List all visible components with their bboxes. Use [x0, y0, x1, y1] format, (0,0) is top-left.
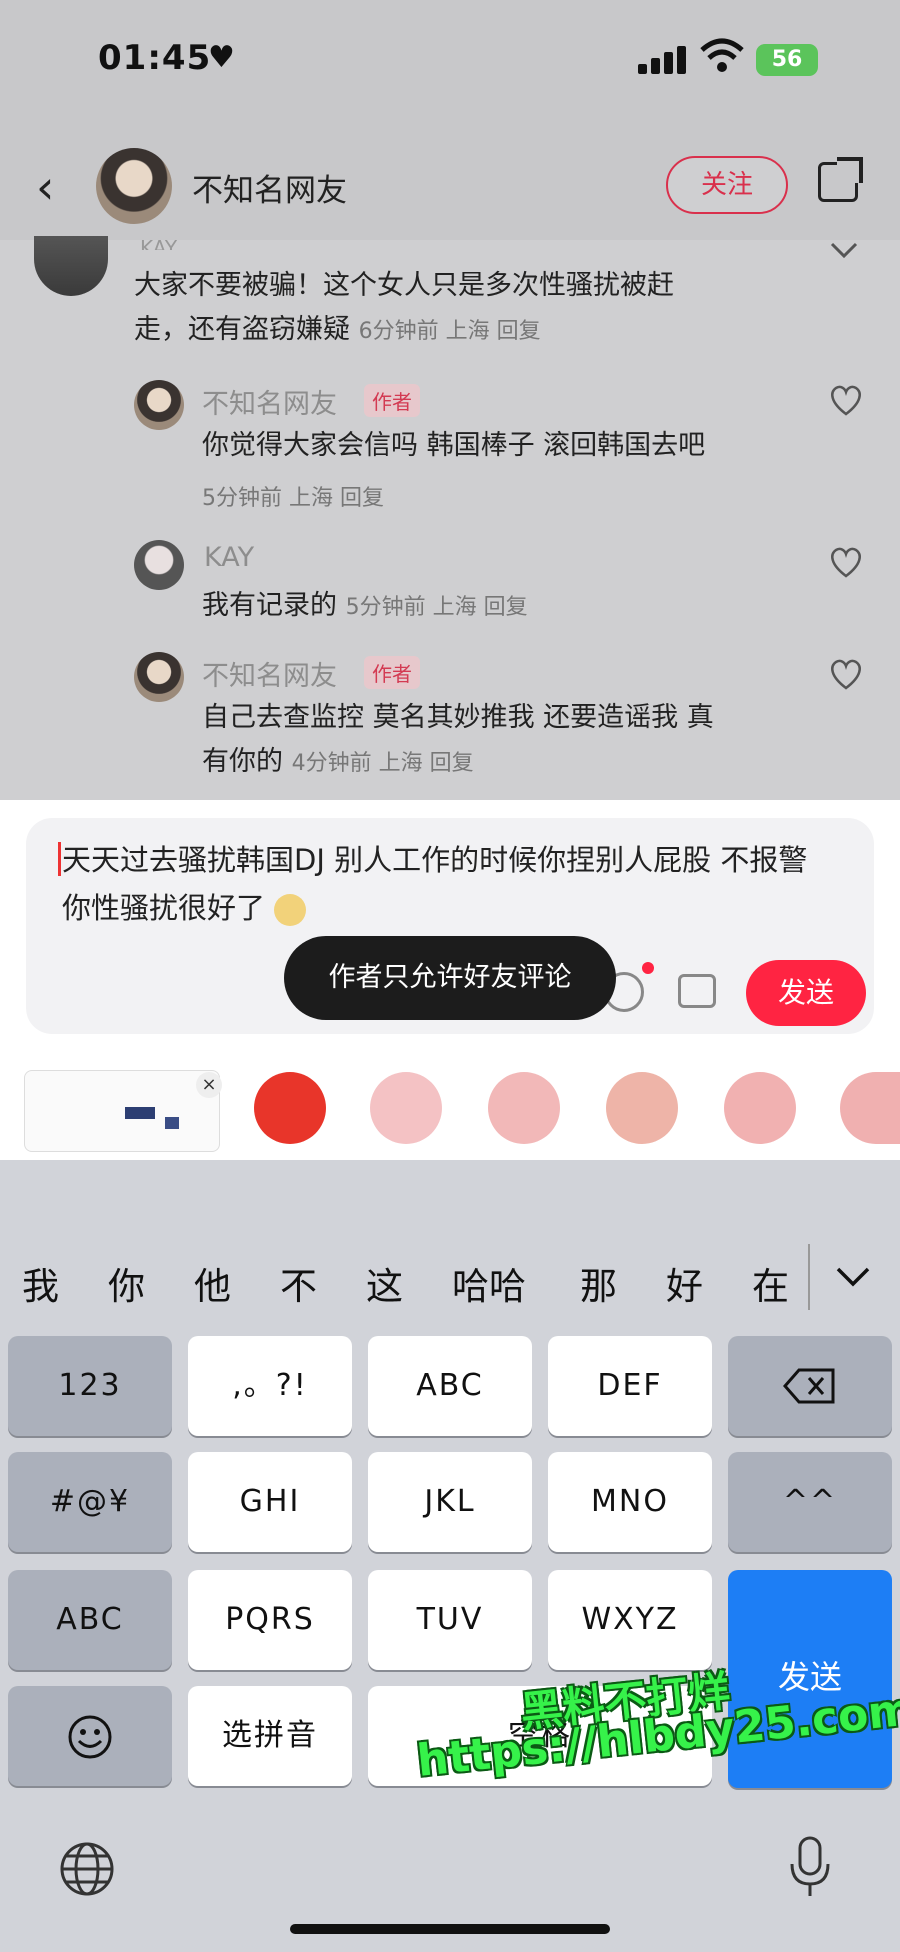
- reply-text: 我有记录的 5分钟前 上海 回复: [202, 584, 528, 630]
- candidate-word[interactable]: 他: [194, 1256, 231, 1310]
- reply-text-line: 我有记录的: [202, 590, 337, 621]
- candidate-word[interactable]: 那: [580, 1256, 617, 1310]
- backspace-icon: [783, 1368, 835, 1404]
- input-text-line: 你性骚扰很好了: [62, 891, 266, 925]
- candidate-word[interactable]: 在: [752, 1256, 789, 1310]
- candidate-word[interactable]: 我: [22, 1256, 59, 1310]
- toast-message: 作者只允许好友评论: [284, 936, 616, 1020]
- comment-input-text[interactable]: 天天过去骚扰韩国DJ 别人工作的时候你捏别人屁股 不报警 你性骚扰很好了: [62, 836, 862, 932]
- key-wxyz[interactable]: WXYZ: [548, 1570, 712, 1670]
- key-jkl[interactable]: JKL: [368, 1452, 532, 1552]
- backspace-key[interactable]: [728, 1336, 892, 1436]
- input-text-line: 天天过去骚扰韩国DJ 别人工作的时候你捏别人屁股 不报警: [62, 843, 808, 877]
- reply-text: 自己去查监控 莫名其妙推我 还要造谣我 真 有你的 4分钟前 上海 回复: [202, 696, 714, 786]
- candidate-word[interactable]: 哈哈: [452, 1256, 526, 1310]
- key-abc[interactable]: ABC: [368, 1336, 532, 1436]
- author-tag: 作者: [364, 656, 420, 689]
- keyboard-send-key[interactable]: 发送: [728, 1570, 892, 1788]
- author-avatar[interactable]: [96, 148, 172, 224]
- tears-sticker-icon[interactable]: [724, 1072, 796, 1144]
- candidate-divider: [808, 1244, 810, 1310]
- comment-meta[interactable]: 6分钟前 上海 回复: [359, 319, 541, 344]
- reply-text-line: 自己去查监控 莫名其妙推我 还要造谣我 真: [202, 702, 714, 733]
- key-symbols[interactable]: #@¥: [8, 1452, 172, 1552]
- like-heart-icon[interactable]: [828, 546, 864, 578]
- key-emoticon[interactable]: ^^: [728, 1452, 892, 1552]
- reply-meta[interactable]: 5分钟前 上海 回复: [202, 480, 384, 512]
- expand-candidates-chevron-icon[interactable]: [836, 1266, 870, 1288]
- key-123[interactable]: 123: [8, 1336, 172, 1436]
- heart-icon: ♥: [208, 40, 235, 75]
- key-ghi[interactable]: GHI: [188, 1452, 352, 1552]
- comment-text: 大家不要被骗！这个女人只是多次性骚扰被赶 走，还有盗窃嫌疑 6分钟前 上海 回复: [134, 264, 674, 354]
- commenter-name: KAY: [140, 236, 178, 250]
- candidate-word[interactable]: 好: [666, 1256, 703, 1310]
- cellular-signal-icon: [638, 46, 688, 74]
- sweat-sticker-icon[interactable]: [488, 1072, 560, 1144]
- like-heart-icon[interactable]: [828, 658, 864, 690]
- author-tag: 作者: [364, 384, 420, 417]
- author-name[interactable]: 不知名网友: [192, 165, 347, 210]
- candidate-word[interactable]: 你: [108, 1256, 145, 1310]
- back-chevron-icon[interactable]: ‹: [36, 160, 54, 214]
- wifi-icon: [700, 38, 744, 72]
- reply-meta[interactable]: 5分钟前 上海 回复: [346, 595, 528, 620]
- candidate-word[interactable]: 不: [280, 1256, 317, 1310]
- reply-avatar[interactable]: [134, 652, 184, 702]
- reply-text-line: 有你的: [202, 746, 283, 777]
- reply-name: 不知名网友: [202, 661, 337, 692]
- collapse-chevron-icon[interactable]: [830, 240, 858, 260]
- share-icon[interactable]: [818, 157, 863, 202]
- key-mno[interactable]: MNO: [548, 1452, 712, 1552]
- key-abc-switch[interactable]: ABC: [8, 1570, 172, 1670]
- reply-name: 不知名网友: [202, 389, 337, 420]
- globe-icon[interactable]: [58, 1840, 116, 1898]
- key-pqrs[interactable]: PQRS: [188, 1570, 352, 1670]
- emoji-icon: [274, 894, 307, 926]
- sad-sticker-icon[interactable]: [606, 1072, 678, 1144]
- notification-dot: [642, 962, 654, 974]
- image-picker-icon[interactable]: [678, 974, 716, 1008]
- send-button[interactable]: 发送: [746, 960, 866, 1026]
- key-select-pinyin[interactable]: 选拼音: [188, 1686, 352, 1786]
- reply-avatar[interactable]: [134, 380, 184, 430]
- reply-meta[interactable]: 4分钟前 上海 回复: [292, 751, 474, 776]
- emoji-key[interactable]: [8, 1686, 172, 1786]
- comment-text-line: 走，还有盗窃嫌疑: [134, 314, 350, 345]
- battery-indicator: 56: [756, 44, 818, 76]
- smiley-icon: [68, 1715, 112, 1759]
- recent-sticker-thumb[interactable]: [24, 1070, 220, 1152]
- status-time: 01:45: [98, 38, 212, 78]
- microphone-icon[interactable]: [788, 1836, 832, 1900]
- candidate-word[interactable]: 这: [366, 1256, 403, 1310]
- text-caret: [58, 842, 61, 876]
- home-indicator: [290, 1924, 610, 1934]
- reply-text: 你觉得大家会信吗 韩国棒子 滚回韩国去吧: [202, 430, 706, 461]
- key-punctuation[interactable]: ,。?!: [188, 1336, 352, 1436]
- angry-sticker-icon[interactable]: [254, 1072, 326, 1144]
- close-icon[interactable]: ×: [196, 1072, 222, 1098]
- key-tuv[interactable]: TUV: [368, 1570, 532, 1670]
- key-def[interactable]: DEF: [548, 1336, 712, 1436]
- like-heart-icon[interactable]: [828, 384, 864, 416]
- follow-button[interactable]: 关注: [666, 156, 788, 214]
- reply-name: KAY: [204, 542, 255, 573]
- comment-text-line: 大家不要被骗！这个女人只是多次性骚扰被赶: [134, 270, 674, 301]
- reply-avatar[interactable]: [134, 540, 184, 590]
- crying-sticker-icon[interactable]: [370, 1072, 442, 1144]
